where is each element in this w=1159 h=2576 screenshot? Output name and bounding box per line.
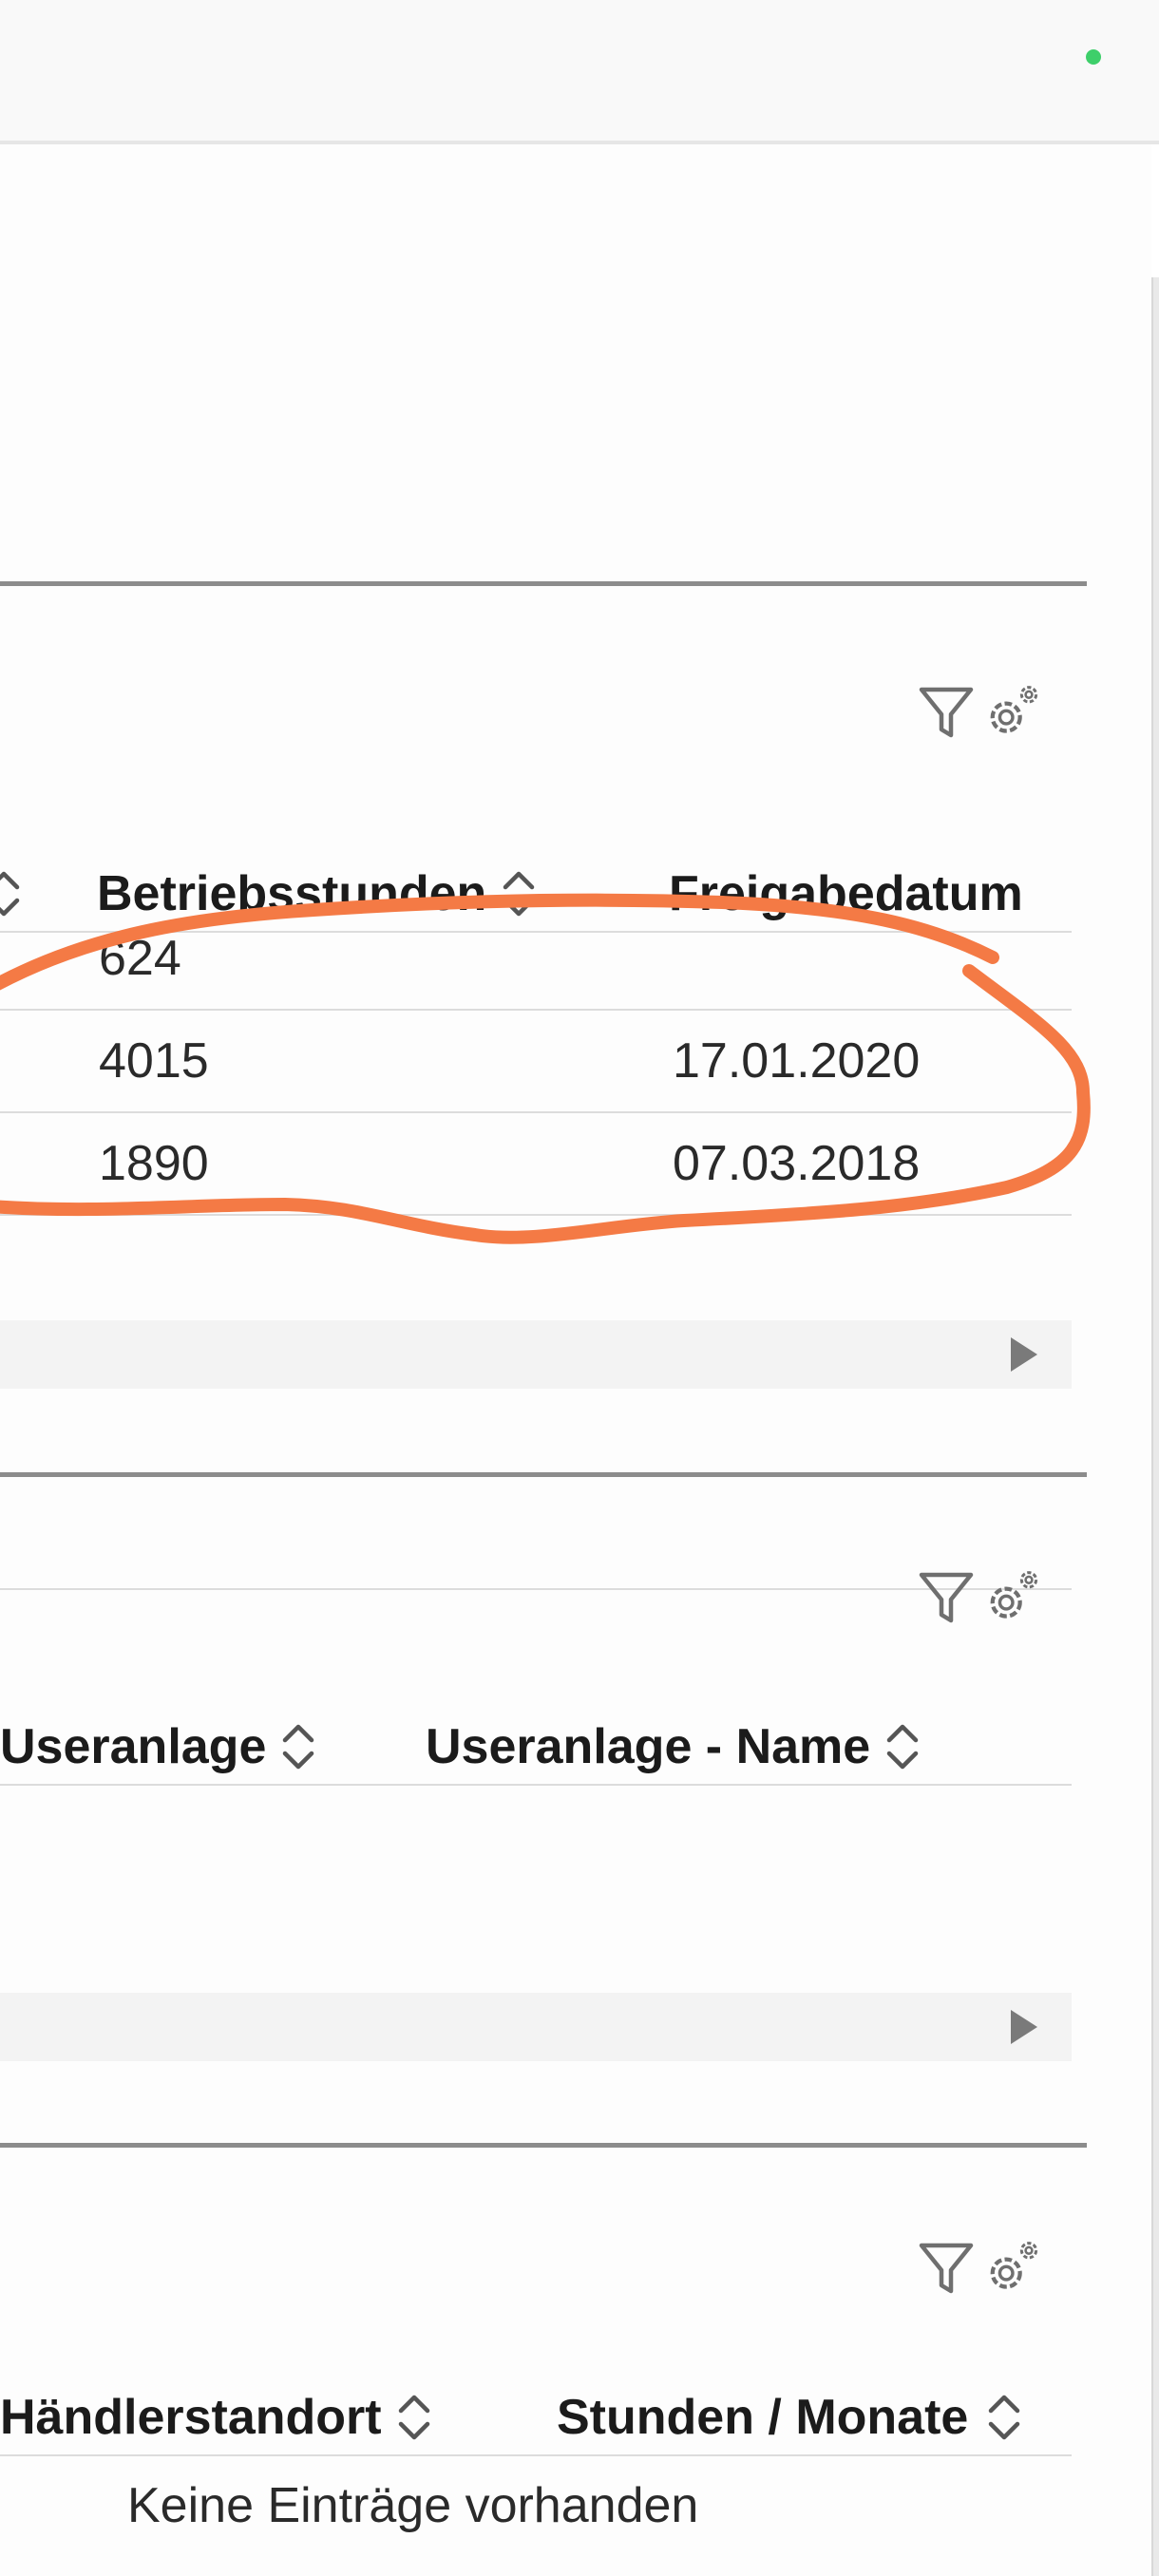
table-toolbar [914,674,1045,750]
table-header-row: Useranlage Useranlage - Name [0,1710,1072,1786]
cell-betriebsstunden: 4015 [99,1033,209,1089]
column-header-label: Händlerstandort [0,2390,382,2445]
section-divider [0,581,1087,586]
column-header-label: Useranlage - Name [426,1719,871,1774]
play-right-icon[interactable] [1005,1335,1043,1373]
section-user-systems: Useranlage Useranlage - Name [0,1472,1087,2080]
table-row[interactable]: 624 [0,908,1072,1011]
filter-icon[interactable] [914,2230,978,2306]
table-pager [0,1320,1072,1389]
empty-table-message: Keine Einträge vorhanden [127,2478,699,2533]
sort-icon [398,2395,429,2440]
filter-icon[interactable] [914,1560,978,1636]
filter-icon[interactable] [914,674,978,750]
sort-icon [283,1724,314,1770]
section-divider [0,1472,1087,1477]
column-header-haendlerstandort[interactable]: Händlerstandort [0,2380,433,2454]
column-header-label: Stunden / Monate [557,2390,969,2445]
gear-icon[interactable] [980,2230,1045,2306]
gear-icon[interactable] [980,674,1045,750]
table-header-row: Händlerstandort Stunden / Monate [0,2380,1072,2456]
cell-freigabedatum: 07.03.2018 [673,1136,921,1191]
column-header-useranlage-name[interactable]: Useranlage - Name [426,1710,922,1784]
panel-right-edge [1151,277,1159,2576]
table-toolbar [914,2230,1045,2306]
column-header-stunden-monate[interactable]: Stunden / Monate [557,2380,1023,2454]
gear-icon[interactable] [980,1560,1045,1636]
table-row[interactable]: 4015 17.01.2020 [0,1011,1072,1113]
sort-icon [886,1724,919,1770]
column-header-label: Useranlage [0,1719,267,1774]
top-bar [0,0,1159,144]
column-header-useranlage[interactable]: Useranlage [0,1710,317,1784]
cell-betriebsstunden: 624 [99,931,181,986]
sort-icon [989,2395,1020,2440]
table-row[interactable]: 1890 07.03.2018 [0,1113,1072,1216]
cell-betriebsstunden: 1890 [99,1136,209,1191]
cell-freigabedatum: 17.01.2020 [673,1033,921,1089]
table-toolbar [914,1560,1045,1636]
table-pager [0,1993,1072,2061]
section-divider [0,2143,1087,2148]
status-indicator-dot [1086,49,1101,65]
play-right-icon[interactable] [1005,2008,1043,2046]
